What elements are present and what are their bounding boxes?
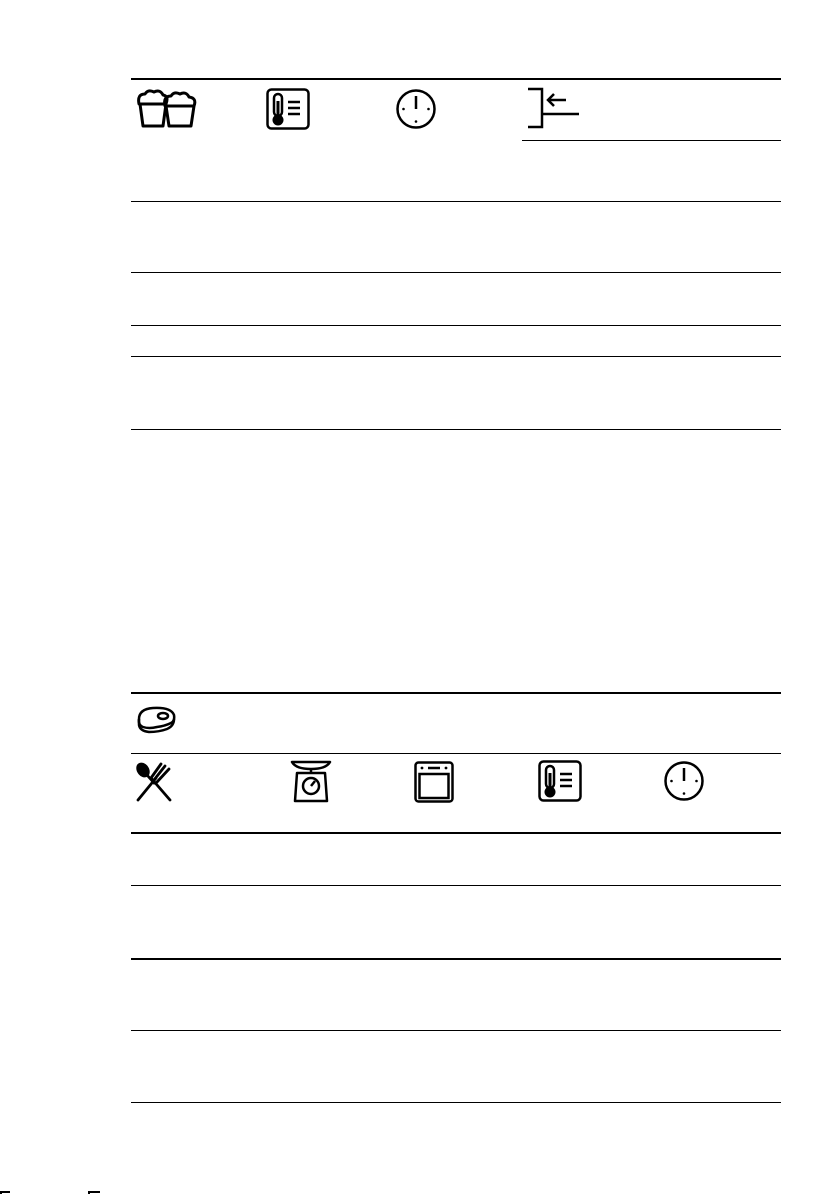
kitchen-scale-icon — [290, 759, 332, 803]
meat-icon — [135, 705, 177, 735]
table-top-rule — [131, 692, 781, 694]
shelf-position-icon — [526, 86, 582, 130]
cutlery-icon — [134, 760, 174, 804]
clock-icon — [663, 760, 705, 802]
table-bottom-rule — [131, 1102, 781, 1103]
row-divider — [131, 325, 781, 326]
row-divider — [131, 356, 781, 357]
row-divider — [131, 958, 781, 960]
sub-header-rule — [522, 140, 781, 141]
header-bottom-rule — [131, 832, 781, 834]
clock-icon — [395, 88, 437, 130]
table-bottom-rule — [131, 429, 781, 430]
cakes-icon — [135, 88, 203, 130]
oven-icon — [414, 761, 454, 803]
thermometer-icon — [266, 88, 310, 130]
row-divider — [131, 272, 781, 273]
row-divider — [131, 753, 781, 754]
page-footer-fragment — [0, 1186, 110, 1194]
table-top-rule — [131, 78, 781, 80]
row-divider — [131, 201, 781, 202]
row-divider — [131, 1030, 781, 1031]
row-divider — [131, 885, 781, 886]
thermometer-icon — [538, 760, 582, 802]
